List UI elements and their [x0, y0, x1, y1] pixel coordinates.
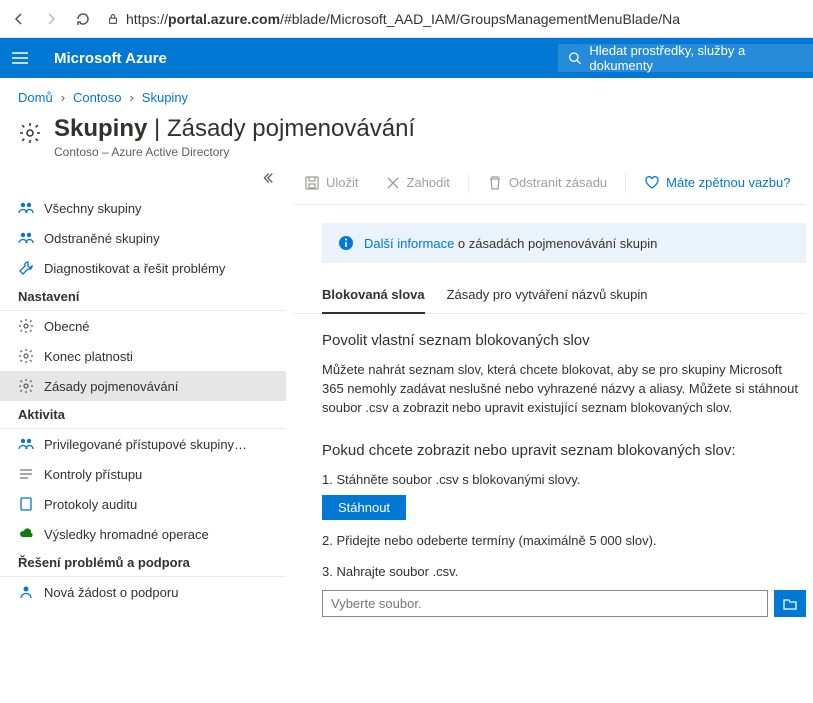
main-content: Uložit Zahodit Odstranit zásadu Máte zpě…: [286, 161, 806, 617]
tab-blocked-words[interactable]: Blokovaná slova: [322, 277, 425, 314]
step-1: 1. Stáhněte soubor .csv s blokovanými sl…: [322, 471, 806, 521]
back-button[interactable]: [10, 10, 28, 28]
page-subtitle: Contoso – Azure Active Directory: [54, 145, 415, 159]
forward-button[interactable]: [42, 10, 60, 28]
sidebar-item-label: Zásady pojmenovávání: [44, 379, 178, 394]
sidebar-item[interactable]: Privilegované přístupové skupiny…: [0, 429, 286, 459]
sidebar-item-label: Konec platnosti: [44, 349, 133, 364]
browse-button[interactable]: [774, 590, 806, 617]
command-bar: Uložit Zahodit Odstranit zásadu Máte zpě…: [294, 161, 806, 205]
close-icon: [385, 175, 401, 191]
tabs: Blokovaná slova Zásady pro vytváření náz…: [294, 277, 806, 314]
sidebar-item[interactable]: Kontroly přístupu: [0, 459, 286, 489]
chevron-right-icon: ›: [61, 90, 65, 105]
sidebar-item-label: Obecné: [44, 319, 90, 334]
gear-icon: [18, 121, 42, 145]
crumb-tenant[interactable]: Contoso: [73, 90, 121, 105]
step-3: 3. Nahrajte soubor .csv.: [322, 563, 806, 617]
gear-icon: [18, 378, 34, 394]
section-heading: Povolit vlastní seznam blokovaných slov: [322, 332, 806, 349]
file-select-input[interactable]: [322, 590, 768, 617]
sidebar: Všechny skupiny Odstraněné skupiny Diagnos…: [0, 161, 286, 617]
brand-label[interactable]: Microsoft Azure: [54, 50, 167, 67]
log-icon: [18, 496, 34, 512]
chevron-right-icon: ›: [129, 90, 133, 105]
page-title: Skupiny | Zásady pojmenovávání: [54, 115, 415, 143]
gear-icon: [18, 348, 34, 364]
tab-pane-blocked-words: Povolit vlastní seznam blokovaných slov …: [294, 314, 806, 617]
search-icon: [568, 51, 581, 65]
feedback-button[interactable]: Máte zpětnou vazbu?: [634, 161, 800, 204]
sidebar-item[interactable]: Diagnostikovat a řešit problémy: [0, 253, 286, 283]
sidebar-item-label: Všechny skupiny: [44, 201, 142, 216]
menu-button[interactable]: [0, 38, 40, 78]
people-icon: [18, 436, 34, 452]
steps-heading: Pokud chcete zobrazit nebo upravit sezna…: [322, 442, 806, 459]
info-link[interactable]: Další informace: [364, 236, 454, 251]
sidebar-item-label: Protokoly auditu: [44, 497, 137, 512]
lock-icon: [106, 12, 120, 26]
person-icon: [18, 584, 34, 600]
delete-policy-button[interactable]: Odstranit zásadu: [477, 161, 617, 204]
search-placeholder: Hledat prostředky, služby a dokumenty: [589, 43, 803, 73]
page-title-row: Skupiny | Zásady pojmenovávání Contoso –…: [0, 111, 813, 161]
cloud-icon: [18, 526, 34, 542]
wrench-icon: [18, 260, 34, 276]
azure-top-bar: Microsoft Azure Hledat prostředky, služb…: [0, 38, 813, 78]
crumb-home[interactable]: Domů: [18, 90, 53, 105]
sidebar-item-label: Odstraněné skupiny: [44, 231, 160, 246]
folder-icon: [782, 596, 798, 612]
sidebar-item-label: Privilegované přístupové skupiny…: [44, 437, 247, 452]
sidebar-item-label: Diagnostikovat a řešit problémy: [44, 261, 225, 276]
sidebar-item[interactable]: Nová žádost o podporu: [0, 577, 286, 607]
collapse-sidebar-button[interactable]: [0, 167, 286, 193]
sidebar-item[interactable]: Výsledky hromadné operace: [0, 519, 286, 549]
sidebar-item-label: Výsledky hromadné operace: [44, 527, 209, 542]
sidebar-heading: Nastavení: [0, 283, 286, 311]
save-icon: [304, 175, 320, 191]
gear-icon: [18, 318, 34, 334]
sidebar-item[interactable]: Protokoly auditu: [0, 489, 286, 519]
people-icon: [18, 200, 34, 216]
discard-button[interactable]: Zahodit: [375, 161, 460, 204]
heart-icon: [644, 175, 660, 191]
step-2: 2. Přidejte nebo odeberte termíny (maxim…: [322, 532, 806, 551]
sidebar-item[interactable]: Všechny skupiny: [0, 193, 286, 223]
sidebar-item[interactable]: Odstraněné skupiny: [0, 223, 286, 253]
tab-naming-policy[interactable]: Zásady pro vytváření názvů skupin: [447, 277, 648, 313]
section-description: Můžete nahrát seznam slov, která chcete …: [322, 361, 806, 418]
lines-icon: [18, 466, 34, 482]
people-icon: [18, 230, 34, 246]
browser-chrome: https://portal.azure.com/#blade/Microsof…: [0, 0, 813, 38]
sidebar-item[interactable]: Konec platnosti: [0, 341, 286, 371]
info-icon: [338, 235, 354, 251]
sidebar-item-label: Kontroly přístupu: [44, 467, 142, 482]
refresh-button[interactable]: [74, 10, 92, 28]
sidebar-item[interactable]: Zásady pojmenovávání: [0, 371, 286, 401]
sidebar-item[interactable]: Obecné: [0, 311, 286, 341]
sidebar-heading: Řešení problémů a podpora: [0, 549, 286, 577]
sidebar-heading: Aktivita: [0, 401, 286, 429]
global-search[interactable]: Hledat prostředky, služby a dokumenty: [558, 44, 813, 72]
toolbar-divider: [625, 173, 626, 193]
info-banner: Další informace o zásadách pojmenovávání…: [322, 223, 806, 263]
trash-icon: [487, 175, 503, 191]
download-button[interactable]: Stáhnout: [322, 495, 406, 520]
toolbar-divider: [468, 173, 469, 193]
sidebar-item-label: Nová žádost o podporu: [44, 585, 178, 600]
crumb-groups[interactable]: Skupiny: [142, 90, 188, 105]
save-button[interactable]: Uložit: [294, 161, 369, 204]
address-bar[interactable]: https://portal.azure.com/#blade/Microsof…: [106, 11, 803, 27]
breadcrumb: Domů › Contoso › Skupiny: [0, 78, 813, 111]
url-text: https://portal.azure.com/#blade/Microsof…: [126, 11, 680, 27]
